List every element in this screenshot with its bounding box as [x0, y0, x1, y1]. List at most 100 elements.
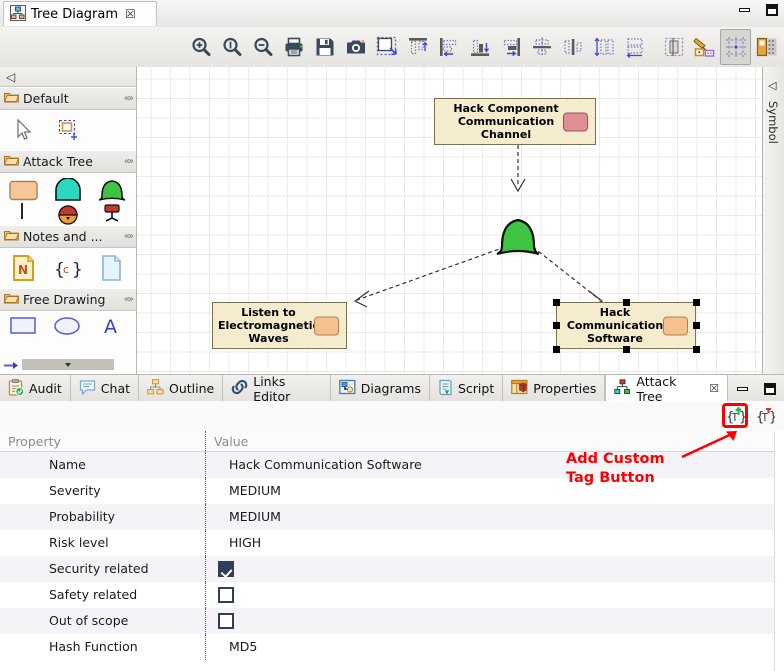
svg-text:T: T — [760, 411, 768, 424]
zoom-fit-button[interactable] — [216, 29, 247, 65]
tab-chat[interactable]: Chat — [71, 375, 139, 402]
threat-icon[interactable] — [93, 203, 132, 225]
checkbox-unchecked[interactable] — [218, 613, 234, 629]
property-value[interactable] — [206, 608, 784, 634]
add-custom-tag-button[interactable]: {T} — [722, 403, 748, 428]
close-icon[interactable]: ☒ — [125, 7, 136, 21]
align-center-horizontal-button[interactable] — [526, 29, 557, 65]
document-icon[interactable] — [93, 250, 132, 286]
tab-properties[interactable]: Properties — [503, 375, 605, 402]
text-icon[interactable]: A — [93, 308, 132, 344]
toggle-symbols-button[interactable] — [751, 29, 782, 65]
format-painter-button[interactable] — [689, 29, 720, 65]
ellipse-icon[interactable] — [48, 308, 87, 344]
countermeasure-icon[interactable] — [4, 203, 43, 225]
palette-group-notes[interactable]: Notes and ... «» — [0, 225, 136, 248]
folder-icon — [4, 292, 19, 307]
pin-icon[interactable]: «» — [124, 294, 132, 305]
tab-label: Diagrams — [361, 381, 421, 396]
palette-scroll-thumb[interactable] — [22, 359, 114, 370]
checkbox-unchecked[interactable] — [218, 587, 234, 603]
save-button[interactable] — [309, 29, 340, 65]
align-left-button[interactable] — [433, 29, 464, 65]
diagram-node-root[interactable]: Hack ComponentCommunicationChannel — [434, 98, 596, 145]
table-row[interactable]: Name Hack Communication Software — [0, 452, 784, 478]
table-row[interactable]: Probability MEDIUM — [0, 504, 784, 530]
property-value[interactable]: HIGH — [206, 530, 784, 556]
pin-icon[interactable]: «» — [124, 93, 132, 104]
select-tool-icon[interactable] — [4, 112, 44, 148]
diagram-node-hack-communication-software[interactable]: HackCommunicationSoftware — [556, 302, 696, 349]
table-row[interactable]: Severity MEDIUM — [0, 478, 784, 504]
fit-to-content-button[interactable] — [658, 29, 689, 65]
align-center-vertical-button[interactable] — [557, 29, 588, 65]
tab-script[interactable]: Script — [430, 375, 503, 402]
align-right-button[interactable] — [495, 29, 526, 65]
diagram-canvas[interactable]: Hack ComponentCommunicationChannel Liste… — [137, 67, 762, 374]
property-value[interactable] — [206, 582, 784, 608]
close-icon[interactable]: ☒ — [709, 382, 719, 395]
minimize-icon[interactable] — [738, 4, 751, 16]
property-value[interactable] — [206, 556, 784, 582]
diagram-node-listen-to-electromagnetic-waves[interactable]: Listen toElectromagneticWaves — [212, 302, 347, 349]
zoom-out-button[interactable] — [247, 29, 278, 65]
arrow-left-icon[interactable] — [4, 360, 20, 369]
tab-outline[interactable]: Outline — [139, 375, 223, 402]
table-row[interactable]: Safety related — [0, 582, 784, 608]
select-area-button[interactable] — [371, 29, 402, 65]
pin-icon[interactable]: «» — [124, 231, 132, 242]
chevron-left-icon[interactable]: ◁ — [768, 79, 776, 92]
property-value[interactable]: MEDIUM — [206, 478, 784, 504]
checkbox-checked[interactable] — [218, 561, 234, 577]
svg-text:A: A — [104, 316, 117, 338]
match-height-button[interactable] — [588, 29, 619, 65]
toggle-grid-button[interactable] — [720, 29, 751, 65]
application-window: Tree Diagram ☒ — [0, 0, 784, 671]
snapshot-button[interactable] — [340, 29, 371, 65]
palette-group-label: Free Drawing — [23, 292, 120, 307]
table-row[interactable]: Risk level HIGH — [0, 530, 784, 556]
palette-collapse-bar[interactable]: ◁ — [0, 67, 136, 87]
attacker-icon[interactable] — [48, 203, 87, 225]
properties-scrollbar[interactable] — [774, 431, 784, 671]
editor-tab-title: Tree Diagram — [31, 7, 118, 22]
tab-attack-tree[interactable]: Attack Tree ☒ — [605, 375, 728, 402]
table-row[interactable]: Security related — [0, 556, 784, 582]
maximize-icon[interactable] — [765, 4, 778, 16]
palette-group-label: Attack Tree — [23, 154, 120, 169]
property-value[interactable]: MEDIUM — [206, 504, 784, 530]
properties-table[interactable]: Property Value Name Hack Communication S… — [0, 431, 784, 671]
table-row[interactable]: Hash Function MD5 — [0, 634, 784, 660]
diagram-node-or-gate[interactable] — [494, 217, 542, 259]
marquee-tool-icon[interactable] — [49, 112, 89, 148]
palette-row-attack-tree-2 — [0, 203, 136, 225]
table-row[interactable]: Out of scope — [0, 608, 784, 634]
palette-group-default[interactable]: Default «» — [0, 87, 136, 110]
align-bottom-button[interactable] — [464, 29, 495, 65]
constraint-icon[interactable]: {c} — [48, 250, 87, 286]
tab-diagrams[interactable]: Diagrams — [331, 375, 430, 402]
pin-icon[interactable]: «» — [124, 156, 132, 167]
match-width-button[interactable] — [619, 29, 650, 65]
symbol-side-panel[interactable]: ◁ Symbol — [762, 67, 784, 374]
tab-label: Links Editor — [253, 374, 322, 404]
palette-group-attack-tree[interactable]: Attack Tree «» — [0, 150, 136, 173]
property-value[interactable]: MD5 — [206, 634, 784, 660]
print-button[interactable] — [278, 29, 309, 65]
maximize-icon[interactable] — [763, 383, 776, 395]
palette-row-notes: N {c} — [0, 248, 136, 288]
tab-audit[interactable]: Audit — [0, 375, 71, 402]
zoom-in-button[interactable] — [185, 29, 216, 65]
tab-label: Outline — [169, 381, 214, 396]
note-icon[interactable]: N — [4, 250, 43, 286]
node-chip — [563, 112, 588, 131]
editor-tab-tree-diagram[interactable]: Tree Diagram ☒ — [3, 1, 157, 26]
chevron-left-icon[interactable]: ◁ — [6, 70, 15, 84]
tab-links-editor[interactable]: Links Editor — [223, 375, 331, 402]
align-top-button[interactable] — [402, 29, 433, 65]
minimize-icon[interactable] — [736, 383, 749, 395]
column-header-property[interactable]: Property — [0, 431, 206, 451]
palette-scrollbar[interactable] — [4, 359, 132, 370]
remove-custom-tag-button[interactable]: {T} — [752, 403, 778, 428]
rectangle-icon[interactable] — [4, 308, 43, 344]
